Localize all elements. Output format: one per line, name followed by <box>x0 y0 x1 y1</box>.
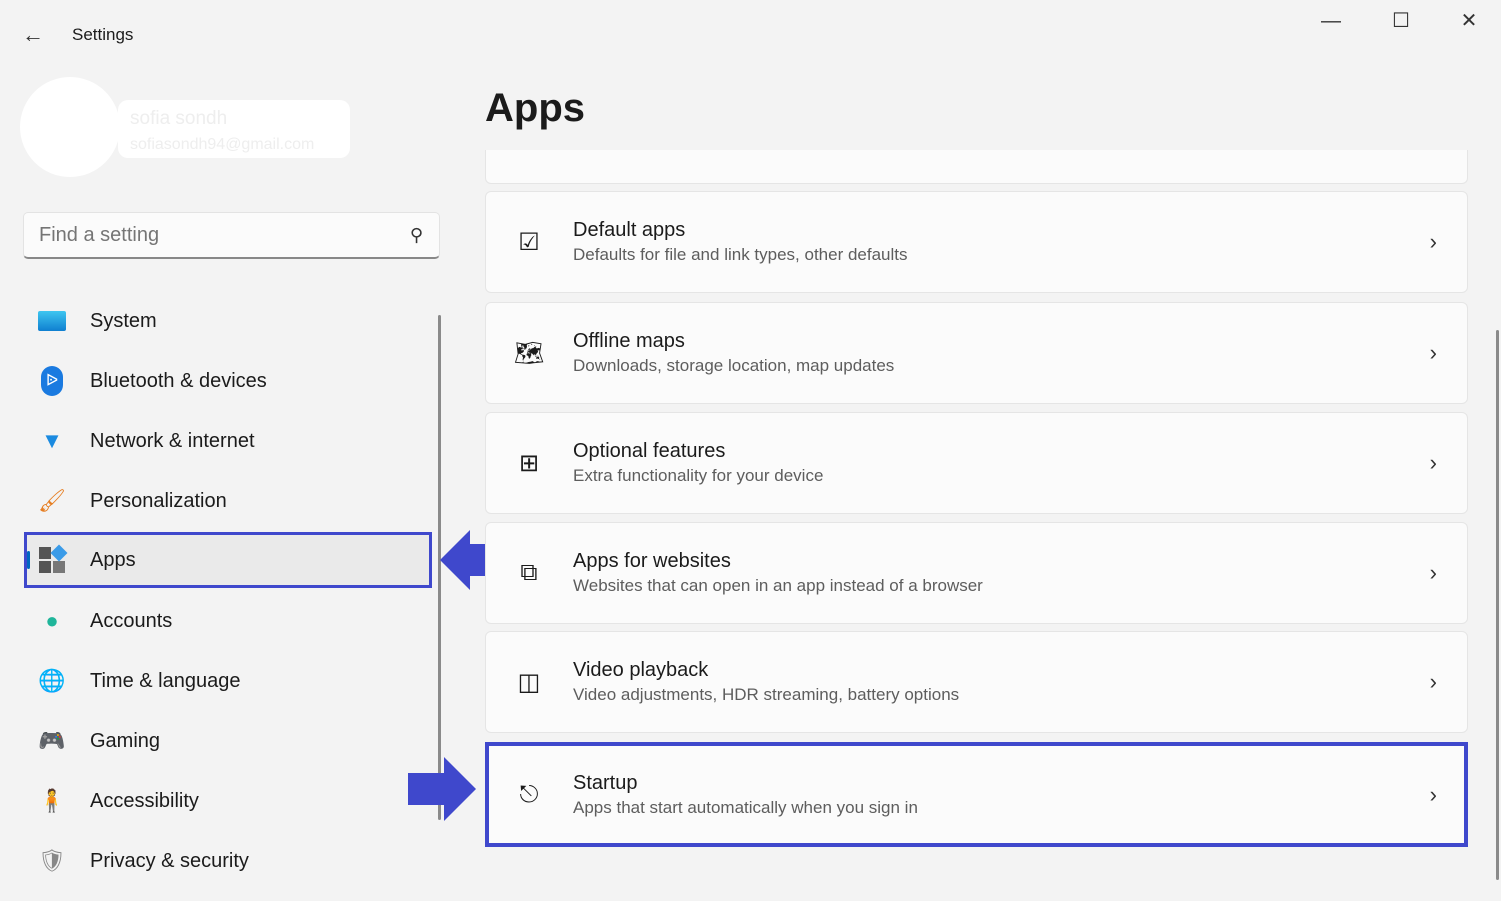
card-title: Apps for websites <box>573 550 731 572</box>
default-apps-icon: ☑ <box>518 228 540 256</box>
person-icon: ● <box>45 608 59 633</box>
add-grid-icon: ⊞ <box>518 449 540 477</box>
sidebar-item-label: System <box>90 309 157 332</box>
apps-icon <box>36 544 68 574</box>
shield-icon: 🛡 <box>38 848 66 873</box>
card-desc: Video adjustments, HDR streaming, batter… <box>573 685 960 704</box>
card-optional-features[interactable]: ⊞ Optional features Extra functionality fo… <box>485 412 1468 514</box>
sidebar-item-label: Gaming <box>90 729 161 752</box>
sidebar-item-system[interactable]: System <box>24 294 432 348</box>
card-title: Offline maps <box>573 330 685 352</box>
sidebar-item-label: Bluetooth & devices <box>90 369 267 392</box>
partial-card[interactable] <box>485 150 1468 184</box>
map-download-icon: 🗺 <box>513 339 545 367</box>
card-default-apps[interactable]: ☑ Default apps Defaults for file and link … <box>485 191 1468 293</box>
card-title: Default apps <box>573 219 686 241</box>
back-arrow-icon[interactable]: ← <box>22 22 44 48</box>
brush-icon: 🖌 <box>38 488 66 513</box>
card-offline-maps[interactable]: 🗺 Offline maps Downloads, storage location… <box>485 302 1468 404</box>
minimize-icon[interactable]: — <box>1316 10 1346 33</box>
page-title: Apps <box>485 86 585 130</box>
sidebar-item-accessibility[interactable]: 🧍 Accessibility <box>24 774 432 828</box>
monitor-icon <box>36 307 68 335</box>
sidebar-item-label: Privacy & security <box>90 849 249 872</box>
open-external-icon: ⧉ <box>520 559 538 586</box>
card-title: Optional features <box>573 440 726 462</box>
sidebar-item-label: Accessibility <box>90 789 199 812</box>
startup-icon: ⎋ <box>519 780 539 808</box>
window-title: Settings <box>72 25 134 44</box>
card-title: Video playback <box>573 659 709 681</box>
card-video-playback[interactable]: ◫ Video playback Video adjustments, HDR st… <box>485 631 1468 733</box>
sidebar-item-label: Personalization <box>90 489 227 512</box>
sidebar-item-label: Apps <box>90 548 136 571</box>
sidebar-item-network[interactable]: ▼ Network & internet <box>24 414 432 468</box>
user-email: sofiasondh94@gmail.com <box>130 136 315 153</box>
bluetooth-icon: ᐉ <box>36 366 68 396</box>
chevron-right-icon: › <box>1429 229 1437 254</box>
chevron-right-icon: › <box>1429 560 1437 585</box>
maximize-icon[interactable]: ☐ <box>1386 8 1416 33</box>
gamepad-icon: 🎮 <box>38 728 66 753</box>
sidebar-item-label: Time & language <box>90 669 241 692</box>
card-startup[interactable]: ⎋ Startup Apps that start automatically wh… <box>485 742 1468 847</box>
card-title: Startup <box>573 771 638 794</box>
sidebar-item-time-language[interactable]: 🌐 Time & language <box>24 654 432 708</box>
card-desc: Apps that start automatically when you s… <box>573 797 918 817</box>
search-icon[interactable]: ⚲ <box>410 225 423 246</box>
accessibility-icon: 🧍 <box>38 788 66 813</box>
chevron-right-icon: › <box>1429 450 1437 475</box>
chevron-right-icon: › <box>1429 340 1437 365</box>
sidebar-item-privacy[interactable]: 🛡 Privacy & security <box>24 834 432 888</box>
video-camera-icon: ◫ <box>517 668 541 696</box>
chevron-right-icon: › <box>1429 781 1437 807</box>
card-desc: Websites that can open in an app instead… <box>573 576 983 595</box>
avatar[interactable] <box>20 77 120 177</box>
sidebar-item-apps[interactable]: Apps <box>24 532 432 588</box>
card-desc: Defaults for file and link types, other … <box>573 245 908 264</box>
annotation-arrow-right <box>408 757 476 821</box>
sidebar-item-gaming[interactable]: 🎮 Gaming <box>24 714 432 768</box>
sidebar-item-label: Network & internet <box>90 429 255 452</box>
card-desc: Extra functionality for your device <box>573 466 824 485</box>
card-apps-for-websites[interactable]: ⧉ Apps for websites Websites that can open… <box>485 522 1468 624</box>
sidebar-item-label: Accounts <box>90 609 173 632</box>
wifi-icon: ▼ <box>41 428 63 453</box>
search-box[interactable]: ⚲ <box>23 212 440 259</box>
search-input[interactable] <box>24 213 384 257</box>
user-name: sofia sondh <box>130 108 228 129</box>
sidebar-item-bluetooth[interactable]: ᐉ Bluetooth & devices <box>24 354 432 408</box>
card-desc: Downloads, storage location, map updates <box>573 356 895 375</box>
close-icon[interactable]: ✕ <box>1454 8 1484 33</box>
main-scrollbar[interactable] <box>1496 330 1499 880</box>
chevron-right-icon: › <box>1429 669 1437 694</box>
sidebar-item-personalization[interactable]: 🖌 Personalization <box>24 474 432 528</box>
globe-clock-icon: 🌐 <box>38 668 66 693</box>
sidebar-item-accounts[interactable]: ● Accounts <box>24 594 432 648</box>
